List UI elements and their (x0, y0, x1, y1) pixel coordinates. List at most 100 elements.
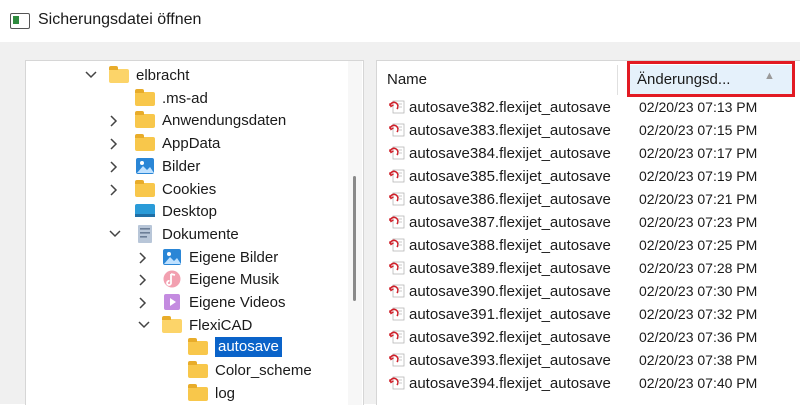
chevron-right-icon[interactable] (109, 115, 119, 127)
file-name: autosave387.flexijet_autosave (409, 214, 611, 231)
tree-item-label: Eigene Videos (189, 293, 286, 311)
app-icon (10, 13, 30, 29)
folder-icon (108, 66, 130, 84)
chevron-right-icon[interactable] (109, 138, 119, 150)
tree-item-label: Bilder (162, 157, 201, 175)
tree-item-log[interactable]: log (187, 382, 235, 404)
desktop-icon (134, 202, 156, 220)
autosave-file-icon (388, 146, 405, 160)
tree-item-label: FlexiCAD (189, 316, 253, 334)
tree-item-ms-ad[interactable]: .ms-ad (134, 87, 208, 109)
tree-item-label: autosave (215, 337, 282, 357)
file-name: autosave390.flexijet_autosave (409, 283, 611, 300)
autosave-file-icon (388, 215, 405, 229)
file-row[interactable]: autosave388.flexijet_autosave 02/20/23 07… (377, 235, 800, 258)
file-name: autosave386.flexijet_autosave (409, 191, 611, 208)
videos-icon (161, 293, 183, 311)
pictures-icon (134, 157, 156, 175)
tree-item-label: Cookies (162, 180, 217, 198)
tree-item-cookies[interactable]: Cookies (134, 178, 216, 200)
autosave-file-icon (388, 330, 405, 344)
chevron-right-icon[interactable] (109, 161, 119, 173)
folder-icon (134, 180, 156, 198)
tree-item-eigene-videos[interactable]: Eigene Videos (161, 291, 285, 313)
file-modified-date: 02/20/23 07:30 PM (639, 283, 758, 299)
autosave-file-icon (388, 376, 405, 390)
folder-tree[interactable]: elbracht .ms-ad Anwendungsdaten AppData Bild… (25, 60, 364, 405)
chevron-down-icon[interactable] (138, 320, 150, 330)
tree-item-desktop[interactable]: Desktop (134, 200, 217, 222)
file-modified-date: 02/20/23 07:15 PM (639, 122, 758, 138)
window-title: Sicherungsdatei öffnen (38, 11, 202, 28)
tree-item-dokumente[interactable]: Dokumente (134, 223, 239, 245)
file-modified-date: 02/20/23 07:21 PM (639, 191, 758, 207)
tree-item-eigene-musik[interactable]: Eigene Musik (161, 268, 279, 290)
file-modified-date: 02/20/23 07:19 PM (639, 168, 758, 184)
tree-item-elbracht[interactable]: elbracht (108, 64, 189, 86)
folder-icon (134, 111, 156, 129)
file-row[interactable]: autosave386.flexijet_autosave 02/20/23 07… (377, 189, 800, 212)
file-row[interactable]: autosave392.flexijet_autosave 02/20/23 07… (377, 327, 800, 350)
file-row[interactable]: autosave383.flexijet_autosave 02/20/23 07… (377, 120, 800, 143)
tree-item-label: Eigene Musik (189, 270, 280, 288)
file-modified-date: 02/20/23 07:25 PM (639, 237, 758, 253)
folder-icon (187, 384, 209, 402)
file-name: autosave388.flexijet_autosave (409, 237, 611, 254)
tree-item-label: Eigene Bilder (189, 248, 279, 266)
chevron-down-icon[interactable] (85, 70, 97, 80)
tree-item-appdata[interactable]: AppData (134, 132, 220, 154)
folder-icon (134, 134, 156, 152)
tree-item-eigene-bilder[interactable]: Eigene Bilder (161, 246, 278, 268)
file-modified-date: 02/20/23 07:17 PM (639, 145, 758, 161)
file-modified-date: 02/20/23 07:23 PM (639, 214, 758, 230)
tree-scroll-thumb[interactable] (353, 176, 356, 301)
file-modified-date: 02/20/23 07:38 PM (639, 352, 758, 368)
file-name: autosave389.flexijet_autosave (409, 260, 611, 277)
music-icon (161, 270, 183, 288)
tree-item-autosave[interactable]: autosave (187, 336, 282, 358)
file-name: autosave383.flexijet_autosave (409, 122, 611, 139)
file-name: autosave394.flexijet_autosave (409, 375, 611, 392)
file-modified-date: 02/20/23 07:28 PM (639, 260, 758, 276)
title-bar: Sicherungsdatei öffnen (0, 0, 800, 42)
file-row[interactable]: autosave390.flexijet_autosave 02/20/23 07… (377, 281, 800, 304)
column-divider[interactable] (617, 65, 618, 95)
file-row[interactable]: autosave384.flexijet_autosave 02/20/23 07… (377, 143, 800, 166)
tree-item-label: Desktop (162, 202, 218, 220)
tree-item-label: Color_scheme (215, 361, 312, 379)
tree-item-color-scheme[interactable]: Color_scheme (187, 359, 312, 381)
autosave-file-icon (388, 123, 405, 137)
file-list[interactable]: Name Änderungsd... ▲ autosave382.flexije… (376, 60, 800, 405)
column-header-name[interactable]: Name (387, 71, 427, 88)
file-row[interactable]: autosave385.flexijet_autosave 02/20/23 07… (377, 166, 800, 189)
chevron-right-icon[interactable] (138, 252, 148, 264)
chevron-right-icon[interactable] (138, 297, 148, 309)
file-name: autosave384.flexijet_autosave (409, 145, 611, 162)
file-row[interactable]: autosave382.flexijet_autosave 02/20/23 07… (377, 97, 800, 120)
tree-item-label: log (215, 384, 236, 402)
tree-item-label: Dokumente (162, 225, 239, 243)
documents-icon (134, 225, 156, 243)
autosave-file-icon (388, 169, 405, 183)
tree-item-flexicad[interactable]: FlexiCAD (161, 314, 252, 336)
folder-icon (187, 361, 209, 379)
file-row[interactable]: autosave394.flexijet_autosave 02/20/23 07… (377, 373, 800, 396)
tree-item-label: Anwendungsdaten (162, 111, 287, 129)
autosave-file-icon (388, 238, 405, 252)
file-row[interactable]: autosave387.flexijet_autosave 02/20/23 07… (377, 212, 800, 235)
chevron-right-icon[interactable] (109, 184, 119, 196)
file-row[interactable]: autosave393.flexijet_autosave 02/20/23 07… (377, 350, 800, 373)
annotation-highlight-box (627, 61, 795, 97)
file-modified-date: 02/20/23 07:32 PM (639, 306, 758, 322)
tree-item-bilder[interactable]: Bilder (134, 155, 200, 177)
tree-item-anwendungsdaten[interactable]: Anwendungsdaten (134, 109, 286, 131)
folder-icon (161, 316, 183, 334)
file-modified-date: 02/20/23 07:40 PM (639, 375, 758, 391)
tree-item-label: .ms-ad (162, 89, 208, 107)
tree-scrollbar[interactable] (348, 61, 362, 405)
file-row[interactable]: autosave391.flexijet_autosave 02/20/23 07… (377, 304, 800, 327)
file-name: autosave382.flexijet_autosave (409, 99, 611, 116)
file-row[interactable]: autosave389.flexijet_autosave 02/20/23 07… (377, 258, 800, 281)
chevron-down-icon[interactable] (109, 229, 121, 239)
chevron-right-icon[interactable] (138, 274, 148, 286)
